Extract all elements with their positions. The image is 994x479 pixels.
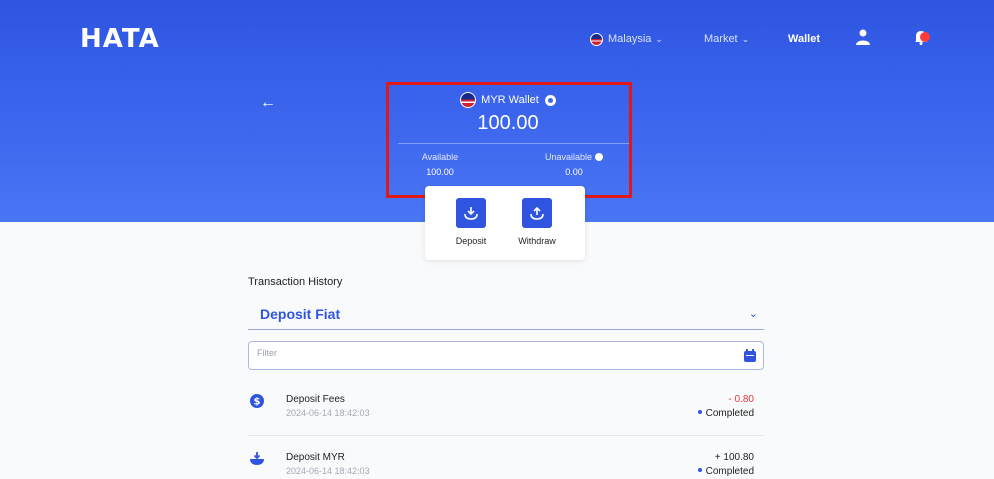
nav-market[interactable]: Market ⌄ [704,31,749,47]
transaction-type-value: Deposit Fiat [260,306,341,322]
nav-country-label: Malaysia [608,33,652,45]
deposit-tray-icon [250,452,264,465]
transaction-date: 2024-06-14 18:42:03 [286,466,370,476]
deposit-label: Deposit [455,236,487,246]
filter-input[interactable] [257,348,717,358]
deposit-button[interactable]: Deposit [441,198,501,246]
nav-wallet[interactable]: Wallet [788,31,820,47]
transaction-history-title: Transaction History [248,276,343,288]
calendar-icon[interactable] [744,349,756,362]
transaction-row[interactable]: Deposit MYR 2024-06-14 18:42:03 + 100.80… [248,446,764,479]
back-arrow-icon[interactable]: ← [260,94,276,112]
user-icon[interactable] [856,29,870,45]
transaction-status: Completed [697,466,754,477]
chevron-down-icon: ⌄ [741,33,750,44]
dollar-coin-icon: $ [250,394,264,408]
hata-logo[interactable]: HATA [80,24,160,54]
transaction-type-select[interactable]: Deposit Fiat ⌄ [248,302,764,330]
transaction-status-label: Completed [705,466,754,477]
transaction-name: Deposit MYR [286,452,345,463]
transaction-amount: + 100.80 [714,452,754,463]
nav-market-label: Market [704,33,738,45]
transaction-amount: - 0.80 [728,394,754,405]
chevron-down-icon: ⌄ [655,33,663,44]
transaction-name: Deposit Fees [286,394,345,405]
transaction-row[interactable]: $ Deposit Fees 2024-06-14 18:42:03 - 0.8… [248,388,764,436]
transaction-status-label: Completed [705,408,754,419]
transaction-date: 2024-06-14 18:42:03 [286,408,370,418]
nav-country-selector[interactable]: Malaysia ⌄ [590,31,663,47]
wallet-actions-card: Deposit Withdraw [425,186,585,260]
chevron-down-icon: ⌄ [748,308,758,320]
withdraw-label: Withdraw [518,236,556,246]
deposit-icon [456,198,486,228]
transaction-status: Completed [697,408,754,419]
withdraw-button[interactable]: Withdraw [507,198,567,246]
svg-text:$: $ [254,397,261,408]
filter-field[interactable] [248,341,764,370]
highlight-box [386,82,632,198]
status-dot [697,410,702,414]
nav-wallet-label: Wallet [788,33,820,45]
malaysia-flag-icon [590,32,603,46]
status-dot [697,468,702,472]
notification-badge [920,32,930,42]
withdraw-icon [522,198,552,228]
